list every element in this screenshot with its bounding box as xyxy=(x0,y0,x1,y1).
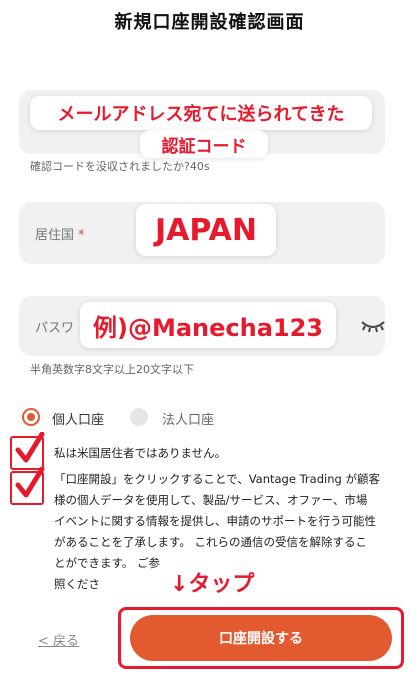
consent-checkbox[interactable] xyxy=(10,467,45,505)
code-annotation-line2: 認証コード xyxy=(140,130,268,158)
resend-code-text[interactable]: 確認コードを没収されましたか?40s xyxy=(30,158,210,174)
radio-corporate[interactable] xyxy=(130,408,148,426)
check-icon xyxy=(15,432,45,463)
code-annotation-line1: メールアドレス宛てに送られてきた xyxy=(30,96,372,130)
required-mark: * xyxy=(78,228,85,243)
password-example: 例)@Manecha123 xyxy=(80,302,336,348)
not-us-resident-checkbox[interactable] xyxy=(10,432,45,470)
radio-individual[interactable] xyxy=(22,408,40,426)
password-helper: 半角英数字8文字以上20文字以下 xyxy=(30,363,194,376)
open-account-button[interactable]: 口座開設する xyxy=(130,615,392,661)
password-label: パスワ xyxy=(35,321,75,336)
check-icon xyxy=(15,467,45,498)
country-value: JAPAN xyxy=(136,204,276,256)
not-us-resident-label: 私は米国居住者ではありません。 xyxy=(54,446,227,460)
back-link[interactable]: < 戻る xyxy=(38,630,79,649)
radio-corporate-label: 法人口座 xyxy=(162,413,215,428)
eye-closed-icon[interactable] xyxy=(360,318,386,334)
radio-individual-label: 個人口座 xyxy=(52,413,105,428)
page-title: 新規口座開設確認画面 xyxy=(114,12,305,33)
country-label: 居住国 * xyxy=(35,228,85,243)
tap-annotation: ↓タップ xyxy=(170,572,255,597)
